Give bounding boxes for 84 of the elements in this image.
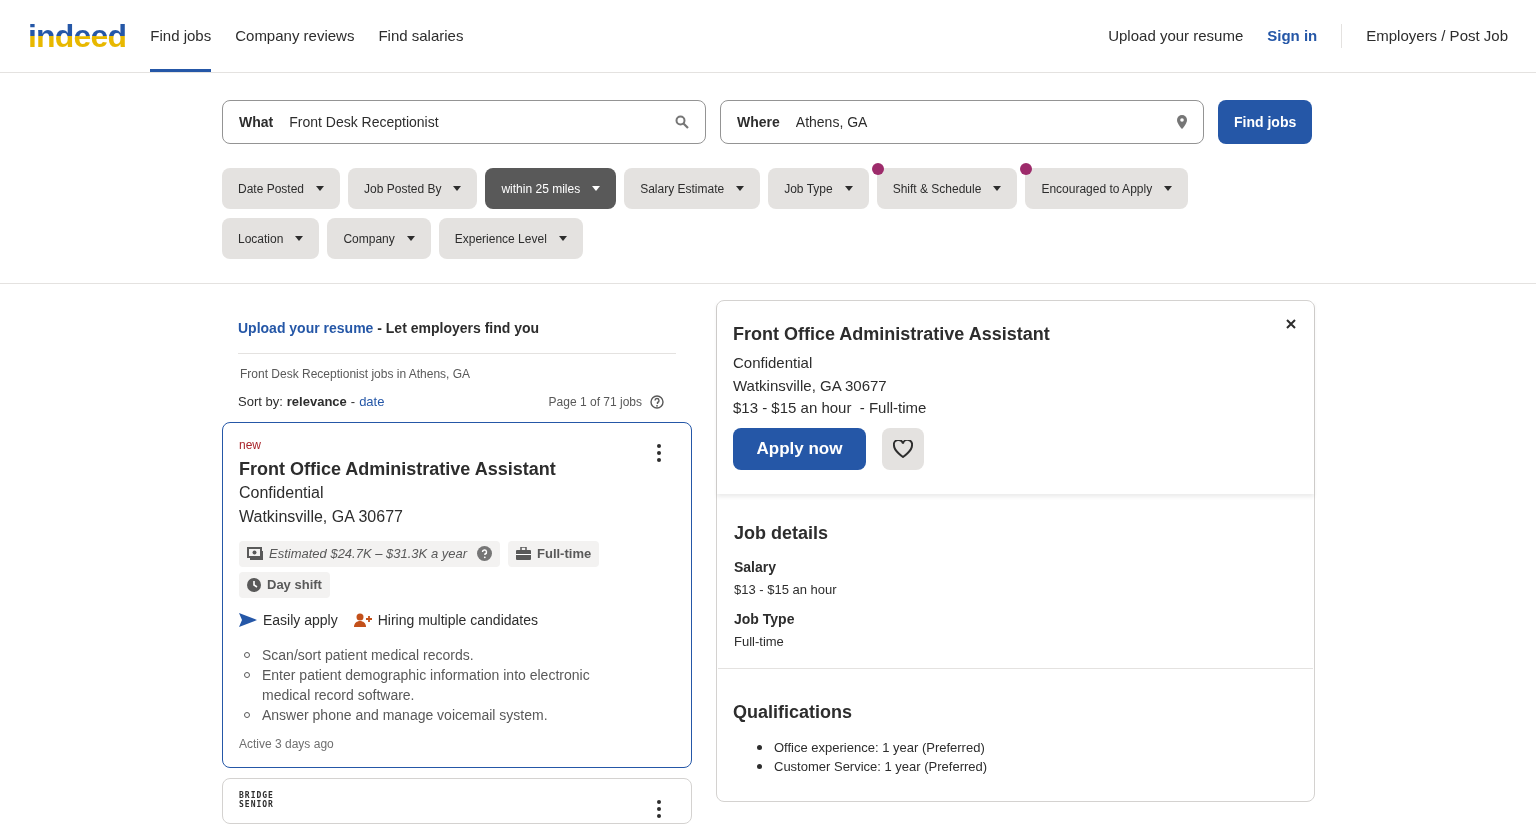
filter-button[interactable]: Location [222,218,320,259]
job-title[interactable]: Front Office Administrative Assistant [239,456,556,481]
caret-icon [316,186,325,191]
money-icon [247,546,263,561]
job-card[interactable] [222,421,692,768]
caret-icon [558,236,567,241]
caret-icon [406,236,415,241]
where-search-bar[interactable]: Where Athens, GA [720,100,1204,144]
job-snippet: Enter patient demographic information into electronic medical record software. [262,665,591,705]
job-location: Watkinsville, GA 30677 [239,506,404,527]
find-jobs-button[interactable]: Find jobs [1218,100,1313,144]
caret-icon [295,236,304,241]
filter-button[interactable]: within 25 miles [485,168,617,209]
nav-tab[interactable]: Find salaries [378,0,464,72]
detail-label: Salary [734,557,778,577]
filter-button[interactable]: Salary Estimate [624,168,761,209]
results-heading: Front Desk Receptionist jobs in Athens, GA [239,366,472,383]
detail-value: $13 - $15 an hour [734,580,838,599]
sign-in-link[interactable]: Sign in [1267,24,1318,48]
filter-button[interactable]: Encouraged to Apply [1025,168,1189,209]
filter-button[interactable]: Job Posted By [348,168,478,209]
detail-label: Job Type [734,610,796,629]
page-info: Page 1 of 71 jobs [548,393,642,411]
person-add-icon [353,613,372,627]
where-label: Where [737,112,780,132]
section-heading: Qualifications [733,700,854,724]
filter-button[interactable]: Date Posted [222,168,341,209]
where-field[interactable]: Athens, GA [795,111,1177,133]
sort-date-link[interactable]: date [359,392,385,412]
job-feature: Easily apply [239,609,338,631]
new-label: new [239,436,261,453]
detail-location: Watkinsville, GA 30677 [733,375,888,396]
clock-icon [247,577,261,592]
upload-resume-link[interactable]: Upload your resume [238,320,374,336]
caret-icon [736,186,745,191]
filter-button[interactable]: Experience Level [438,218,583,259]
job-feature: Hiring multiple candidates [353,609,538,631]
what-search-bar[interactable]: What Front Desk Receptionist [222,100,706,144]
sort-label: Sort by: [238,393,283,411]
upload-prompt: Upload your resume - Let employers find you [238,318,676,354]
help-icon [650,394,664,409]
job-tag: Estimated $24.7K – $31.3K a year [239,540,500,567]
search-icon [675,115,689,129]
job-card[interactable]: BRIDGE SENIOR [222,777,692,824]
caret-icon [592,186,601,191]
detail-value: Full-time [734,633,785,651]
detail-pay: $13 - $15 an hour - Full-time [733,398,928,418]
qualification-item: Customer Service: 1 year (Preferred) [774,757,988,776]
sort-current: relevance [286,393,347,411]
sort-separator: - [350,393,356,411]
caret-icon [993,186,1002,191]
heart-icon [893,439,913,458]
nav-tab[interactable]: Find jobs [150,0,212,72]
detail-company: Confidential [733,353,814,373]
caret-icon [1164,186,1173,191]
more-options-icon[interactable] [657,443,661,462]
filter-button[interactable]: Job Type [768,168,869,209]
section-heading: Job details [734,521,830,545]
caret-icon [453,186,462,191]
job-tag: Day shift [239,571,330,598]
job-tag: Full-time [508,540,600,567]
briefcase-icon [516,547,531,560]
employers-link[interactable]: Employers / Post Job [1366,24,1508,48]
apply-now-button[interactable]: Apply now [733,427,866,470]
job-snippet: Scan/sort patient medical records. [262,645,474,665]
what-label: What [239,112,274,132]
filter-button[interactable]: Company [327,218,431,259]
caret-icon [844,186,853,191]
nav-tab[interactable]: Company reviews [235,0,355,72]
save-job-button[interactable] [882,427,924,470]
send-icon [239,613,257,627]
upload-resume-link[interactable]: Upload your resume [1108,24,1244,48]
company-logo: BRIDGE SENIOR [239,790,274,809]
filter-button[interactable]: Shift & Schedule [876,168,1018,209]
what-field[interactable]: Front Desk Receptionist [289,111,675,133]
location-pin-icon [1177,115,1187,129]
more-options-icon[interactable] [657,799,661,818]
close-icon[interactable] [1286,319,1296,329]
help-icon [477,546,492,561]
activity-date: Active 3 days ago [239,735,335,753]
qualification-item: Office experience: 1 year (Preferred) [774,738,985,757]
detail-title: Front Office Administrative Assistant [733,323,1050,346]
company-name: Confidential [239,482,325,503]
job-snippet: Answer phone and manage voicemail system. [262,705,548,725]
